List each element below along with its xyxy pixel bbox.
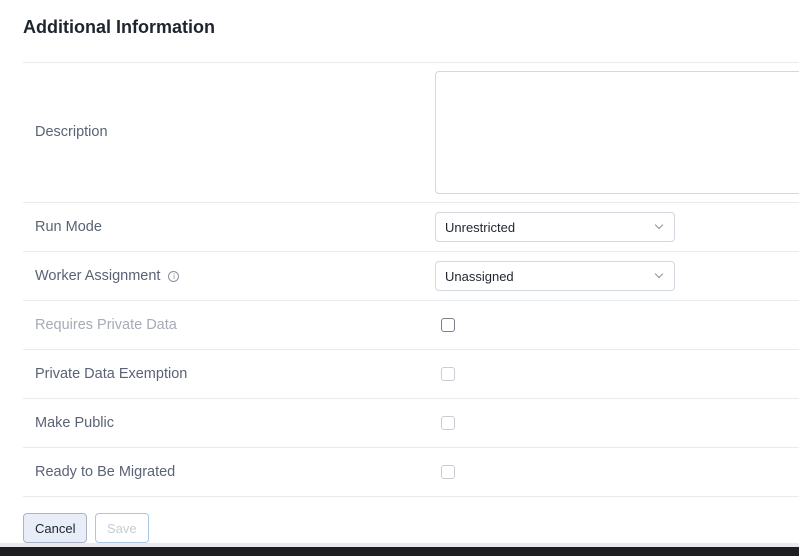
run-mode-label: Run Mode — [35, 219, 102, 235]
worker-assignment-value: Unassigned — [445, 269, 514, 284]
divider — [23, 62, 799, 63]
save-button[interactable]: Save — [95, 513, 149, 543]
divider — [23, 496, 799, 497]
description-textarea[interactable] — [435, 71, 799, 194]
run-mode-value: Unrestricted — [445, 220, 516, 235]
chevron-down-icon — [654, 220, 664, 230]
info-icon[interactable]: i — [168, 271, 180, 282]
private-data-exemption-checkbox[interactable] — [441, 367, 455, 381]
ready-to-migrate-label: Ready to Be Migrated — [35, 464, 176, 480]
taskbar — [0, 547, 799, 556]
divider — [23, 398, 799, 399]
make-public-checkbox[interactable] — [441, 416, 455, 430]
cancel-button[interactable]: Cancel — [23, 513, 88, 543]
divider — [23, 300, 799, 301]
section-title: Additional Information — [23, 17, 215, 37]
make-public-label: Make Public — [35, 415, 114, 431]
divider — [23, 447, 799, 448]
requires-private-data-label: Requires Private Data — [35, 317, 177, 333]
requires-private-data-checkbox[interactable] — [441, 318, 455, 332]
ready-to-migrate-checkbox[interactable] — [441, 465, 455, 479]
run-mode-select[interactable]: Unrestricted — [435, 212, 675, 242]
worker-assignment-text: Worker Assignment — [35, 268, 161, 284]
worker-assignment-label: Worker Assignment i — [35, 268, 180, 284]
chevron-down-icon — [654, 269, 664, 279]
worker-assignment-select[interactable]: Unassigned — [435, 261, 675, 291]
divider — [23, 251, 799, 252]
private-data-exemption-label: Private Data Exemption — [35, 366, 188, 382]
divider — [23, 202, 799, 203]
description-label: Description — [35, 124, 108, 140]
divider — [23, 349, 799, 350]
